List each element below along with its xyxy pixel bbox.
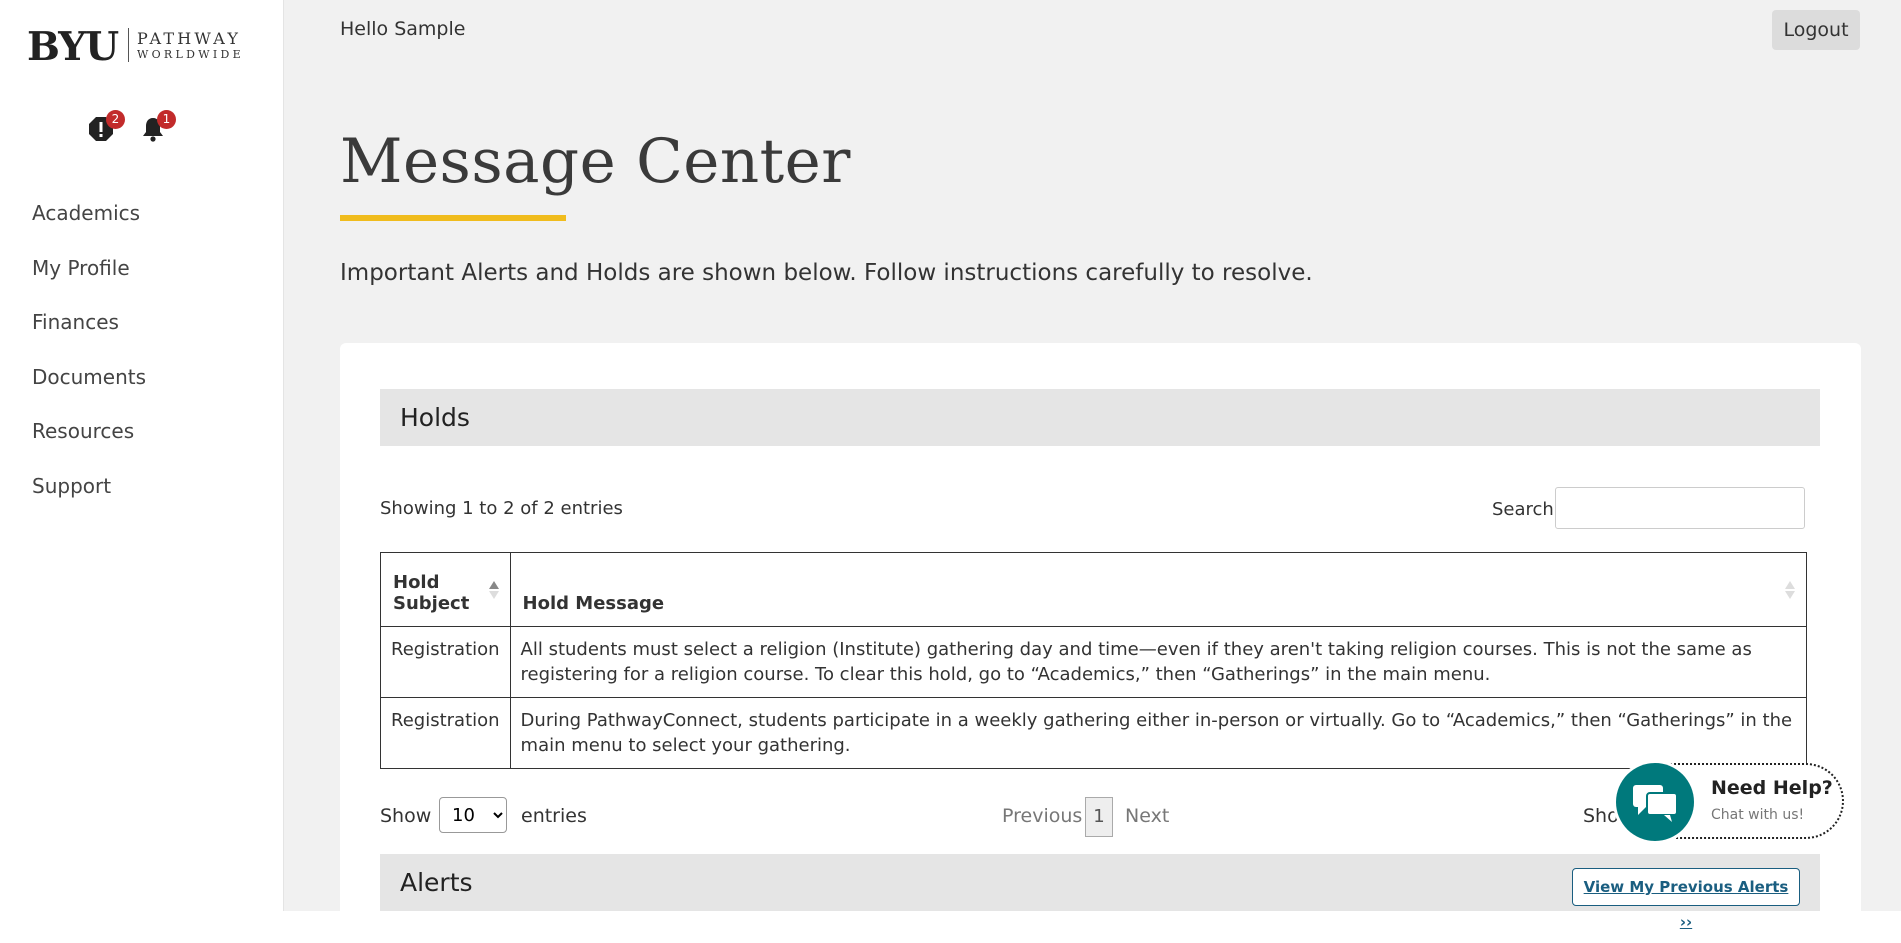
holds-showing-info: Showing 1 to 2 of 2 entries xyxy=(380,498,623,519)
page-number-button[interactable]: 1 xyxy=(1085,797,1113,837)
sidebar-item-my-profile[interactable]: My Profile xyxy=(32,255,146,310)
sidebar-item-support[interactable]: Support xyxy=(32,473,146,528)
table-row: Registration During PathwayConnect, stud… xyxy=(380,697,1808,769)
alerts-section-title: Alerts xyxy=(400,868,473,897)
sidebar-item-academics[interactable]: Academics xyxy=(32,200,146,255)
next-page-button[interactable]: Next xyxy=(1125,805,1169,827)
table-header-row: Hold Subject Hold Message xyxy=(380,552,1808,627)
hold-message-cell: All students must select a religion (Ins… xyxy=(509,626,1808,698)
chat-bubbles-icon xyxy=(1633,785,1678,822)
chat-bubble-circle xyxy=(1616,763,1694,841)
logout-button[interactable]: Logout xyxy=(1772,10,1860,50)
logo-divider xyxy=(128,28,129,62)
hold-message-cell: During PathwayConnect, students particip… xyxy=(509,697,1808,769)
sidebar-item-finances[interactable]: Finances xyxy=(32,309,146,364)
entries-label: entries xyxy=(521,805,587,827)
search-label: Search xyxy=(1492,499,1554,520)
holds-count-badge: 2 xyxy=(106,110,125,129)
chat-title: Need Help? xyxy=(1711,777,1833,799)
holds-search-input[interactable] xyxy=(1555,487,1805,529)
holds-section-header: Holds xyxy=(380,389,1820,446)
hold-subject-cell: Registration xyxy=(380,626,511,698)
sidebar-item-documents[interactable]: Documents xyxy=(32,364,146,419)
column-header-label: Hold Subject xyxy=(393,572,470,614)
hold-subject-cell: Registration xyxy=(380,697,511,769)
title-underline xyxy=(340,215,566,221)
logo-pathway-text: PATHWAY xyxy=(137,29,242,48)
message-card: Holds Showing 1 to 2 of 2 entries Search… xyxy=(340,343,1861,943)
holds-alert-button[interactable]: 2 xyxy=(87,110,125,145)
holds-table: Hold Subject Hold Message Registration A… xyxy=(380,552,1808,769)
sidebar-nav: Academics My Profile Finances Documents … xyxy=(32,200,146,527)
column-header-hold-subject[interactable]: Hold Subject xyxy=(380,552,511,627)
holds-table-footer: Show 10 entries Previous 1 Next Show xyxy=(380,797,1820,837)
greeting-text: Hello Sample xyxy=(340,18,466,40)
column-header-hold-message[interactable]: Hold Message xyxy=(509,552,1808,627)
notifications-count-badge: 1 xyxy=(157,110,176,129)
sidebar: BYU PATHWAY WORLDWIDE 2 1 Academics My P… xyxy=(0,0,284,911)
page-title: Message Center xyxy=(340,126,851,197)
page-intro-text: Important Alerts and Holds are shown bel… xyxy=(340,260,1313,286)
chat-widget[interactable]: Need Help? Chat with us! xyxy=(1616,763,1844,841)
previous-page-button[interactable]: Previous xyxy=(1002,805,1082,827)
chat-subtitle: Chat with us! xyxy=(1711,807,1805,823)
sort-both-icon xyxy=(1785,580,1795,599)
sidebar-item-resources[interactable]: Resources xyxy=(32,418,146,473)
table-row: Registration All students must select a … xyxy=(380,626,1808,698)
show-label: Show xyxy=(380,805,432,827)
alerts-section-header: Alerts View My Previous Alerts ›› xyxy=(380,854,1820,931)
page-length-select[interactable]: 10 xyxy=(439,797,507,833)
byu-pathway-logo[interactable]: BYU PATHWAY WORLDWIDE xyxy=(27,24,257,70)
logo-byu-text: BYU xyxy=(27,24,119,70)
logo-worldwide-text: WORLDWIDE xyxy=(137,48,244,61)
notifications-button[interactable]: 1 xyxy=(139,110,176,145)
column-header-label: Hold Message xyxy=(522,593,665,614)
holds-section-title: Holds xyxy=(400,403,470,432)
view-previous-alerts-button[interactable]: View My Previous Alerts ›› xyxy=(1572,868,1800,931)
sort-ascending-icon xyxy=(488,580,499,599)
